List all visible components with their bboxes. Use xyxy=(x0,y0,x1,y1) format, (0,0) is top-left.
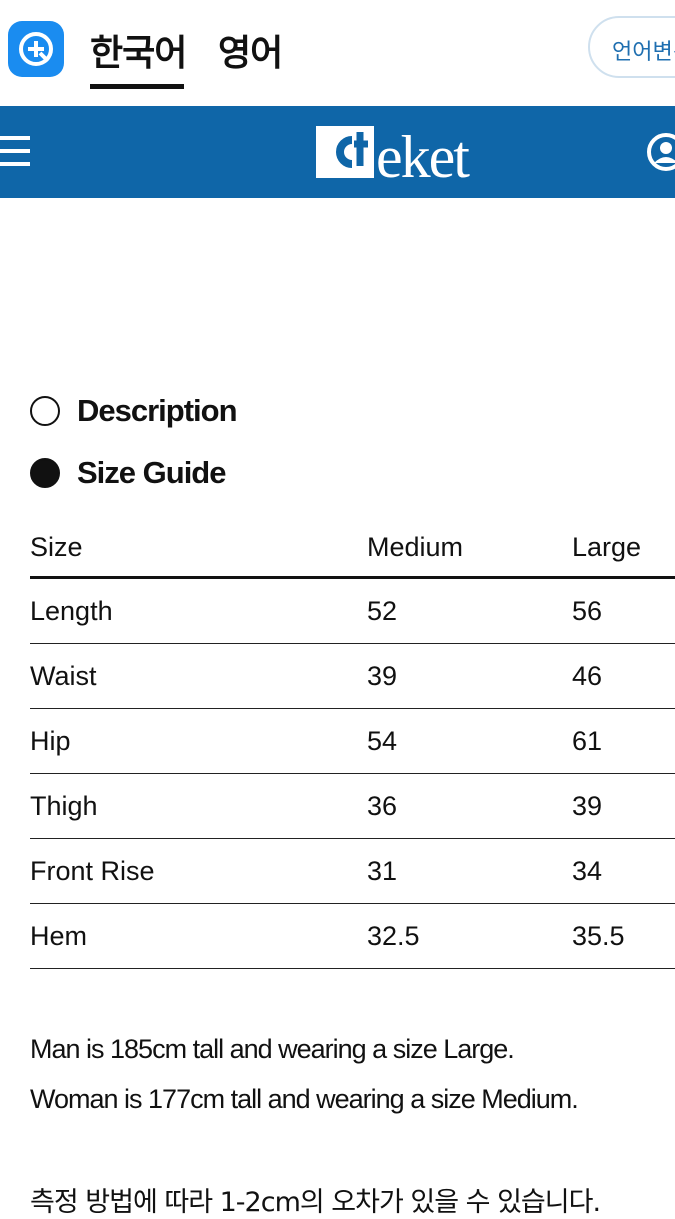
user-account-icon[interactable] xyxy=(646,132,675,172)
site-logo[interactable]: eket xyxy=(316,124,488,182)
large-value: 34 xyxy=(572,838,675,904)
large-value: 56 xyxy=(572,577,675,644)
row-label: Front Rise xyxy=(30,838,367,904)
change-language-button[interactable]: 언어변경 xyxy=(588,16,675,78)
size-guide-toggle[interactable]: Size Guide xyxy=(30,455,226,491)
tab-korean[interactable]: 한국어 xyxy=(90,24,187,76)
medium-value: 32.5 xyxy=(367,903,572,969)
site-header: eket xyxy=(0,106,675,198)
header-size: Size xyxy=(30,518,367,579)
cteket-logo-icon: eket xyxy=(316,124,472,182)
size-table: Size Medium Large Length 52 56 Waist 39 … xyxy=(30,518,675,969)
large-value: 39 xyxy=(572,773,675,839)
active-tab-indicator xyxy=(90,84,184,89)
model-note-woman: Woman is 177cm tall and wearing a size M… xyxy=(30,1084,579,1114)
table-row: Thigh 36 39 xyxy=(30,773,675,839)
table-row: Front Rise 31 34 xyxy=(30,838,675,904)
row-label: Length xyxy=(30,577,367,644)
table-header-row: Size Medium Large xyxy=(30,518,675,579)
row-label: Waist xyxy=(30,643,367,709)
row-label: Thigh xyxy=(30,773,367,839)
medium-value: 36 xyxy=(367,773,572,839)
row-label: Hem xyxy=(30,903,367,969)
medium-value: 39 xyxy=(367,643,572,709)
description-label: Description xyxy=(77,393,238,428)
medium-value: 52 xyxy=(367,577,572,644)
medium-value: 54 xyxy=(367,708,572,774)
large-value: 61 xyxy=(572,708,675,774)
large-value: 46 xyxy=(572,643,675,709)
description-toggle[interactable]: Description xyxy=(30,393,238,429)
app-icon[interactable] xyxy=(8,21,64,77)
header-large: Large xyxy=(572,518,675,579)
translate-logo-icon xyxy=(19,32,53,66)
large-value: 35.5 xyxy=(572,903,675,969)
hamburger-menu-icon[interactable] xyxy=(0,136,30,168)
tab-english[interactable]: 영어 xyxy=(218,24,283,76)
medium-value: 31 xyxy=(367,838,572,904)
table-row: Hem 32.5 35.5 xyxy=(30,903,675,969)
svg-text:eket: eket xyxy=(376,124,470,182)
table-row: Length 52 56 xyxy=(30,577,675,644)
table-row: Waist 39 46 xyxy=(30,643,675,709)
radio-empty-icon xyxy=(30,396,60,426)
header-medium: Medium xyxy=(367,518,572,579)
row-label: Hip xyxy=(30,708,367,774)
radio-filled-icon xyxy=(30,458,60,488)
language-bar: 한국어 영어 언어변경 xyxy=(0,0,675,106)
model-note-man: Man is 185cm tall and wearing a size Lar… xyxy=(30,1034,515,1064)
size-guide-label: Size Guide xyxy=(77,455,226,490)
table-row: Hip 54 61 xyxy=(30,708,675,774)
